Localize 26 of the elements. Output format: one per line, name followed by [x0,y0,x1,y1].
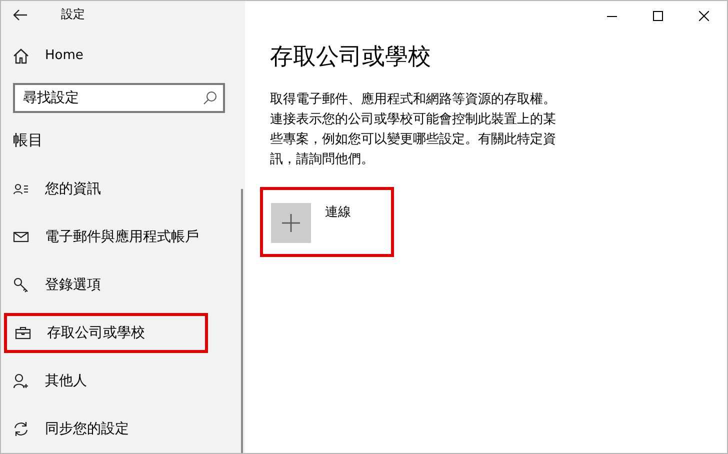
nav-item[interactable]: 您的資訊 [1,165,205,213]
nav-item[interactable]: 存取公司或學校 [4,313,208,353]
close-icon [699,11,709,21]
page-heading: 存取公司或學校 [270,43,432,72]
person-add-icon [13,373,29,389]
nav-item[interactable]: 登錄選項 [1,261,205,309]
home-icon [13,48,29,64]
scrollbar[interactable] [241,189,243,453]
back-icon[interactable] [13,8,27,21]
nav-item[interactable]: 同步您的設定 [1,405,205,453]
maximize-icon [653,11,663,21]
home-link[interactable]: Home [1,42,245,70]
plus-icon [271,203,311,243]
section-heading: 帳目 [13,131,44,152]
mail-icon [13,229,29,245]
description-text: 取得電子郵件、應用程式和網路等資源的存取權。連接表示您的公司或學校可能會控制此裝置上的某些專案，例如您可以變更哪些設定。有關此特定資訊，請詢問他們。 [270,91,557,169]
briefcase-icon [15,325,31,341]
window-title: 設定 [61,6,85,24]
key-icon [13,277,29,293]
connect-button[interactable]: 連線 [260,187,394,257]
sync-icon [13,421,29,437]
nav-item[interactable]: 其他人 [1,357,205,405]
search-icon [203,91,217,106]
person-list-icon [13,181,29,197]
search-field[interactable]: 尋找設定 [13,83,225,114]
nav-item[interactable]: 電子郵件與應用程式帳戶 [1,213,205,261]
